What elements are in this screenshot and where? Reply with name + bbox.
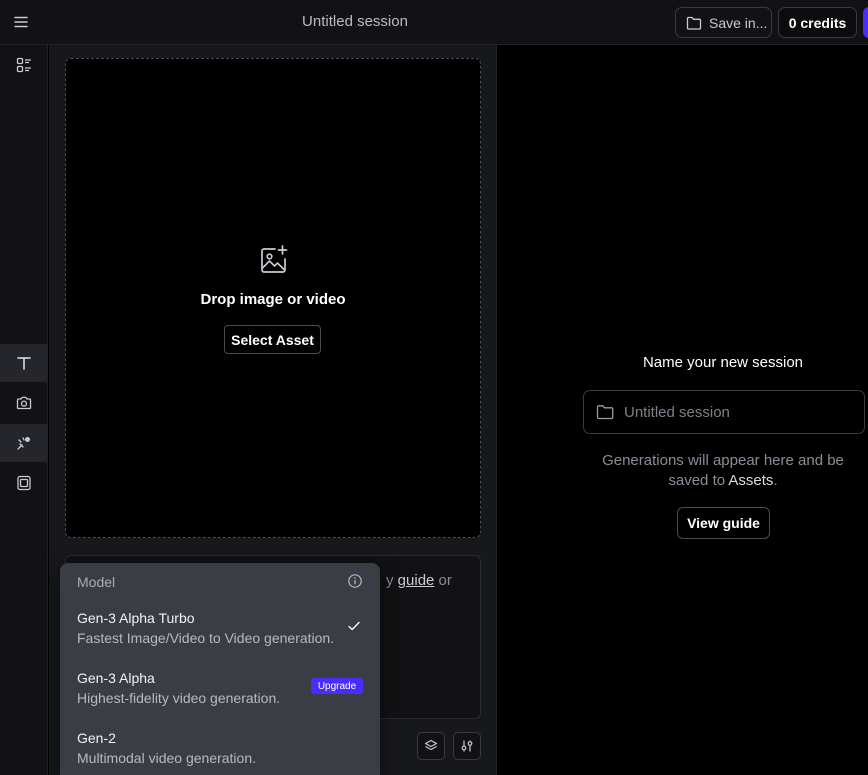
view-guide-button[interactable]: View guide bbox=[677, 507, 770, 539]
prompt-hint: y guide or bbox=[386, 572, 452, 589]
layout-icon bbox=[16, 57, 31, 73]
motion-brush-icon bbox=[16, 437, 30, 450]
prompt-hint-suffix: or bbox=[434, 572, 452, 589]
save-in-label: Save in... bbox=[709, 14, 768, 31]
session-name-field[interactable] bbox=[583, 390, 865, 434]
credits-button[interactable]: 0 credits bbox=[778, 7, 857, 38]
presets-button[interactable] bbox=[417, 732, 445, 760]
checkmark-icon bbox=[348, 621, 360, 631]
sliders-icon bbox=[461, 740, 473, 752]
rail-item-camera[interactable] bbox=[0, 384, 47, 422]
hamburger-menu-icon[interactable] bbox=[9, 12, 33, 32]
model-option-description: Fastest Image/Video to Video generation. bbox=[77, 630, 335, 646]
session-title[interactable]: Untitled session bbox=[255, 13, 455, 30]
rail-item-frames[interactable] bbox=[0, 464, 47, 502]
camera-icon bbox=[16, 396, 31, 410]
model-dropdown-header: Model bbox=[77, 574, 116, 590]
assets-link[interactable]: Assets bbox=[728, 472, 773, 489]
upgrade-badge[interactable]: Upgrade bbox=[311, 678, 363, 694]
rail-item-layout[interactable] bbox=[0, 46, 47, 84]
dropzone-title: Drop image or video bbox=[200, 291, 346, 308]
text-icon bbox=[16, 357, 31, 370]
generations-hint-period: . bbox=[773, 472, 778, 489]
layers-icon bbox=[424, 739, 438, 751]
upgrade-button[interactable] bbox=[863, 7, 868, 38]
top-bar: Untitled session Save in... 0 credits bbox=[0, 0, 868, 45]
asset-dropzone[interactable]: Drop image or video Select Asset bbox=[65, 58, 481, 538]
info-icon[interactable] bbox=[347, 573, 363, 589]
prompt-hint-prefix: y bbox=[386, 572, 398, 589]
model-option-gen2[interactable]: Gen-2 Multimodal video generation. bbox=[60, 730, 380, 775]
model-option-gen3-alpha[interactable]: Gen-3 Alpha Highest-fidelity video gener… bbox=[60, 670, 380, 728]
settings-button[interactable] bbox=[453, 732, 481, 760]
model-option-name: Gen-3 Alpha bbox=[77, 670, 155, 686]
rail-item-text[interactable] bbox=[0, 344, 47, 382]
generations-hint: Generations will appear here and be save… bbox=[588, 451, 858, 491]
model-option-name: Gen-2 bbox=[77, 730, 116, 746]
model-dropdown: Model Gen-3 Alpha Turbo Fastest Image/Vi… bbox=[60, 563, 380, 775]
session-name-input[interactable] bbox=[624, 403, 854, 421]
generations-hint-text: Generations will appear here and be save… bbox=[602, 452, 844, 489]
model-option-name: Gen-3 Alpha Turbo bbox=[77, 610, 195, 626]
add-image-icon bbox=[261, 245, 288, 273]
rail-item-motion-brush[interactable] bbox=[0, 424, 47, 462]
model-option-description: Highest-fidelity video generation. bbox=[77, 690, 281, 706]
model-option-description: Multimodal video generation. bbox=[77, 750, 256, 766]
select-asset-button[interactable]: Select Asset bbox=[224, 325, 321, 354]
session-area: Name your new session Generations will a… bbox=[498, 45, 868, 775]
tool-rail bbox=[0, 45, 48, 775]
session-name-label: Name your new session bbox=[642, 354, 804, 371]
folder-icon bbox=[596, 405, 614, 420]
folder-icon bbox=[686, 16, 702, 30]
frames-icon bbox=[16, 475, 31, 491]
prompt-guide-link[interactable]: guide bbox=[398, 572, 435, 589]
save-in-button[interactable]: Save in... bbox=[675, 7, 772, 38]
model-option-gen3-alpha-turbo[interactable]: Gen-3 Alpha Turbo Fastest Image/Video to… bbox=[60, 610, 380, 668]
